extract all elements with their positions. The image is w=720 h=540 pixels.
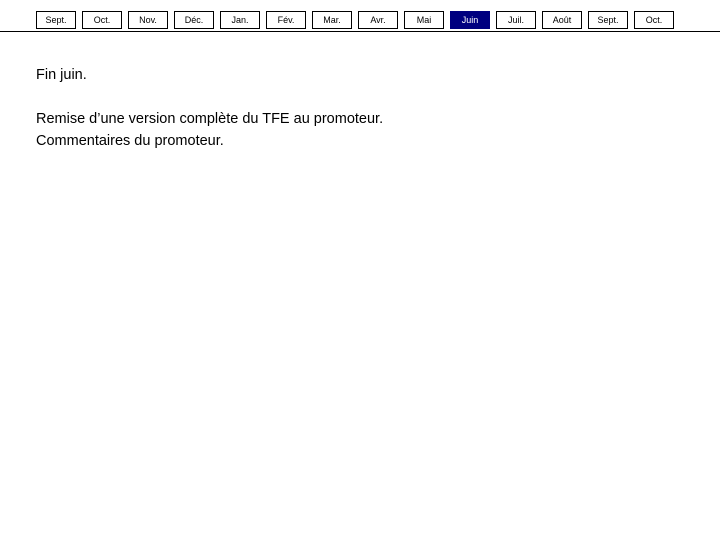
month-tab-4[interactable]: Jan.	[220, 11, 260, 29]
month-tab-strip: Sept. Oct. Nov. Déc. Jan. Fév. Mar. Avr. Mai Juin…	[36, 11, 674, 29]
month-timeline-nav: Sept. Oct. Nov. Déc. Jan. Fév. Mar. Avr. Mai Juin…	[0, 0, 720, 34]
month-tab-13[interactable]: Oct.	[634, 11, 674, 29]
month-tab-10[interactable]: Juil.	[496, 11, 536, 29]
slide-content-area: Fin juin. Remise d’une version complète …	[0, 32, 720, 540]
milestone-description-text: Remise d’une version complète du TFE au …	[36, 111, 384, 149]
month-tab-11[interactable]: Août	[542, 11, 582, 29]
month-tab-12[interactable]: Sept.	[588, 11, 628, 29]
month-tab-8[interactable]: Mai	[404, 11, 444, 29]
month-tab-9[interactable]: Juin	[450, 11, 490, 29]
month-tab-7[interactable]: Avr.	[358, 11, 398, 29]
month-tab-5[interactable]: Fév.	[266, 11, 306, 29]
milestone-period-text: Fin juin.	[36, 67, 87, 83]
month-tab-3[interactable]: Déc.	[174, 11, 214, 29]
month-tab-2[interactable]: Nov.	[128, 11, 168, 29]
month-tab-6[interactable]: Mar.	[312, 11, 352, 29]
month-tab-0[interactable]: Sept.	[36, 11, 76, 29]
month-tab-1[interactable]: Oct.	[82, 11, 122, 29]
